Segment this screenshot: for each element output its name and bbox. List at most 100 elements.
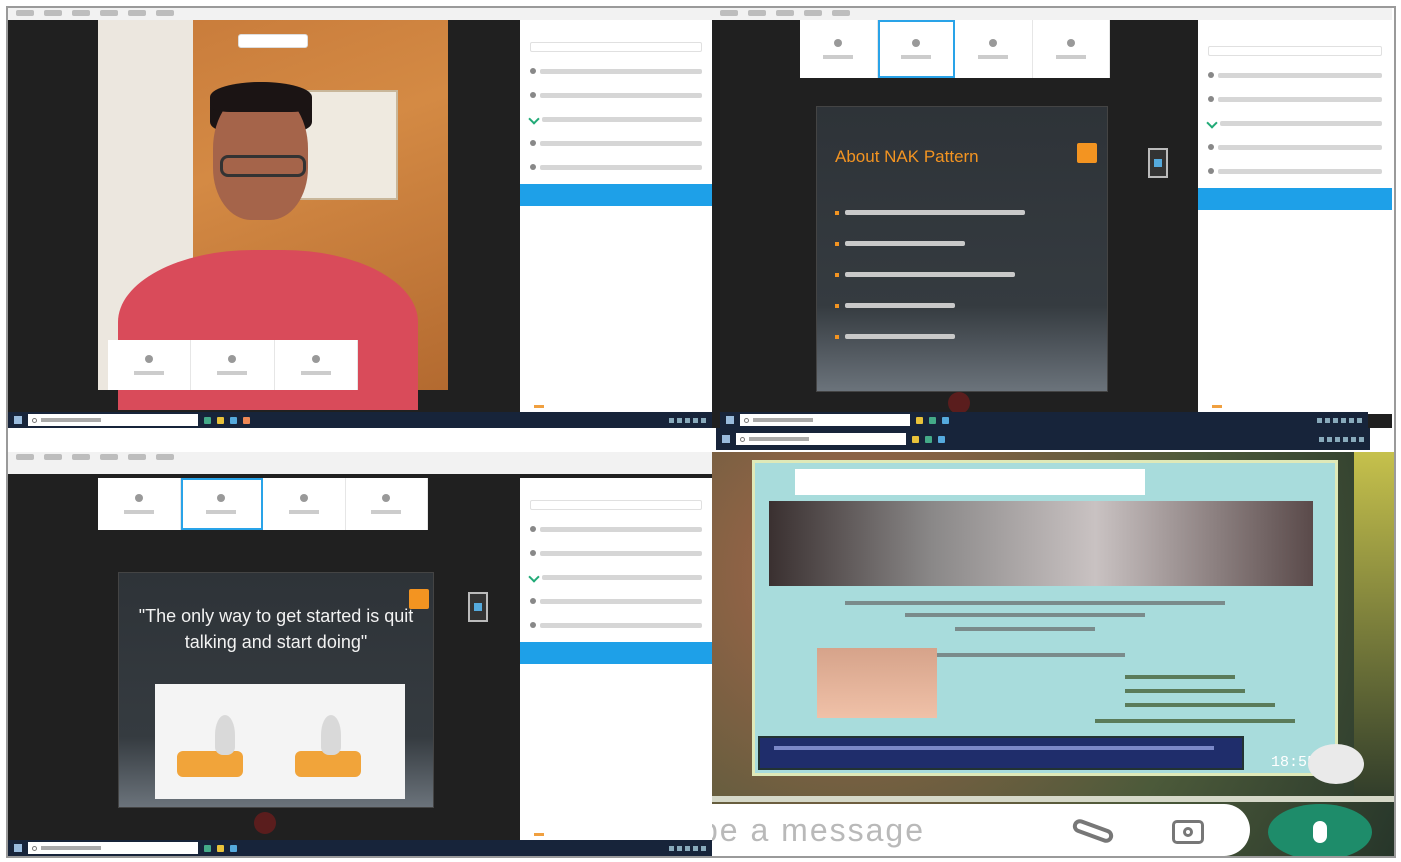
system-tray[interactable] (669, 417, 706, 423)
participant-row[interactable] (530, 592, 702, 610)
speaker-photo (817, 648, 937, 718)
taskbar-app-icon[interactable] (230, 416, 237, 424)
panel-footer-indicator (534, 833, 544, 836)
language-selector[interactable] (238, 34, 308, 48)
thumbnail[interactable] (800, 20, 878, 78)
taskbar-app-icon[interactable] (916, 416, 923, 424)
participant-row[interactable] (530, 544, 702, 562)
participant-name (540, 68, 702, 74)
taskbar-app-icon[interactable] (938, 435, 945, 443)
taskbar-app-icon[interactable] (912, 435, 919, 443)
participant-row[interactable] (1208, 162, 1382, 180)
avatar (217, 494, 226, 502)
video-icon[interactable] (1148, 148, 1168, 178)
scroll-strip (712, 796, 1394, 802)
thumbnail-name (217, 371, 248, 375)
menu-bar[interactable] (8, 452, 712, 474)
participant-row[interactable] (530, 616, 702, 634)
system-tray[interactable] (1317, 417, 1362, 423)
avatar (1066, 39, 1075, 47)
participant-search-input[interactable] (530, 500, 702, 510)
avatar (1208, 72, 1214, 78)
taskbar-app-icon[interactable] (204, 416, 211, 424)
bullet-item (835, 321, 1025, 352)
participant-row[interactable] (530, 158, 702, 176)
camera-icon[interactable] (1172, 820, 1204, 844)
thumbnail[interactable] (191, 340, 275, 390)
participants-panel (1198, 20, 1392, 414)
menu-bar[interactable] (8, 8, 712, 20)
thumbnail[interactable] (108, 340, 192, 390)
participant-row[interactable] (528, 110, 702, 128)
mic-button[interactable] (1268, 804, 1372, 856)
thumbnail[interactable] (263, 478, 346, 530)
poster-banner (795, 469, 1145, 495)
thumbnail-selected[interactable] (877, 20, 955, 78)
thumbnail[interactable] (955, 20, 1033, 78)
taskbar-search-input[interactable] (28, 414, 198, 426)
thumbnail[interactable] (98, 478, 181, 530)
video-icon[interactable] (468, 592, 488, 622)
search-icon (32, 417, 37, 423)
participant-row[interactable] (1208, 90, 1382, 108)
invite-button[interactable] (520, 184, 712, 206)
avatar (834, 39, 843, 47)
taskbar-app-icon[interactable] (942, 416, 949, 424)
participant-row[interactable] (1208, 138, 1382, 156)
participant-search-input[interactable] (530, 42, 702, 52)
thumbnail[interactable] (275, 340, 358, 390)
taskbar-search-input[interactable] (736, 433, 906, 445)
end-call-button[interactable] (948, 392, 970, 414)
windows-start-icon[interactable] (14, 844, 22, 852)
avatar (530, 526, 536, 532)
avatar (530, 140, 536, 146)
taskbar-app-icon[interactable] (230, 844, 237, 852)
participant-name (1218, 168, 1382, 174)
end-call-button[interactable] (254, 812, 276, 834)
taskbar-app-icon[interactable] (217, 416, 224, 424)
event-poster-image[interactable] (752, 460, 1338, 776)
avatar (530, 68, 536, 74)
taskbar-app-icon[interactable] (929, 416, 936, 424)
participant-row[interactable] (530, 62, 702, 80)
participant-search-input[interactable] (1208, 46, 1382, 56)
illustration-couch (177, 751, 243, 777)
participant-row[interactable] (530, 134, 702, 152)
thumbnail-selected[interactable] (180, 478, 263, 530)
chat-message-bubble[interactable] (758, 736, 1244, 770)
thumbnail-name (300, 371, 331, 375)
taskbar-app-icon[interactable] (217, 844, 224, 852)
system-tray[interactable] (1319, 436, 1364, 442)
thumbnail-name (134, 371, 165, 375)
invite-button[interactable] (520, 642, 712, 664)
participant-thumbnails[interactable] (108, 340, 358, 390)
thumbnail[interactable] (1033, 20, 1110, 78)
poster-text-line (905, 613, 1145, 617)
search-placeholder (753, 418, 813, 422)
participant-row[interactable] (1208, 66, 1382, 84)
avatar (1208, 96, 1214, 102)
windows-start-icon[interactable] (722, 435, 730, 443)
participant-thumbnails[interactable] (98, 478, 428, 530)
participant-row[interactable] (530, 520, 702, 538)
poster-text-line (955, 627, 1095, 631)
taskbar-app-icon[interactable] (925, 435, 932, 443)
system-tray[interactable] (669, 845, 706, 851)
windows-start-icon[interactable] (14, 416, 22, 424)
checkmark-icon (528, 113, 540, 125)
menu-bar[interactable] (712, 8, 1392, 20)
avatar (382, 494, 391, 502)
thumbnail[interactable] (346, 478, 428, 530)
participant-row[interactable] (1206, 114, 1382, 132)
taskbar-search-input[interactable] (740, 414, 910, 426)
invite-button[interactable] (1198, 188, 1392, 210)
participant-row[interactable] (530, 86, 702, 104)
taskbar-app-icon[interactable] (243, 416, 250, 424)
windows-start-icon[interactable] (726, 416, 734, 424)
message-input[interactable]: pe a message (712, 804, 1250, 856)
taskbar-search-input[interactable] (28, 842, 198, 854)
share-icon[interactable] (1308, 744, 1364, 784)
participant-thumbnails[interactable] (800, 20, 1110, 78)
participant-row[interactable] (528, 568, 702, 586)
taskbar-app-icon[interactable] (204, 844, 211, 852)
